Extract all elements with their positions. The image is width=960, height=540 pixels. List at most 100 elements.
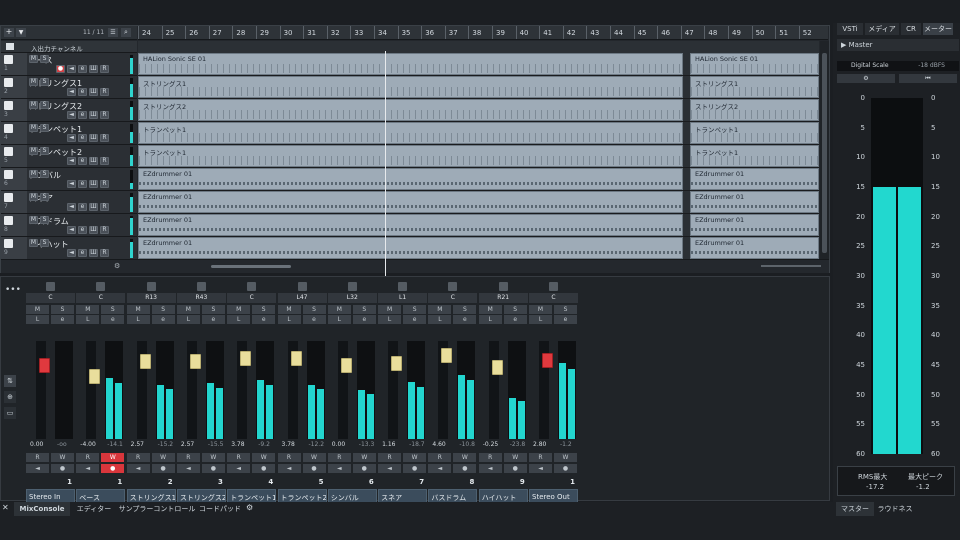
peak-value[interactable]: -12.2 bbox=[309, 441, 325, 448]
solo-button[interactable]: S bbox=[453, 305, 477, 314]
monitor-button[interactable]: ◄ bbox=[126, 464, 150, 473]
monitor-button[interactable]: ◄ bbox=[67, 111, 76, 119]
edit-button[interactable]: e bbox=[503, 315, 527, 324]
fader-handle[interactable] bbox=[391, 355, 403, 371]
fader-handle[interactable] bbox=[189, 353, 201, 369]
fader-handle[interactable] bbox=[89, 369, 101, 385]
event-part[interactable]: EZdrummer 01 bbox=[690, 191, 819, 213]
write-button[interactable]: W bbox=[201, 453, 225, 462]
peak-value[interactable]: -9.2 bbox=[258, 441, 270, 448]
listen-button[interactable]: L bbox=[378, 315, 402, 324]
channel-name[interactable]: ハイハット bbox=[478, 489, 528, 503]
event-part[interactable]: EZdrummer 01 bbox=[138, 191, 683, 213]
read-button[interactable]: R bbox=[100, 111, 109, 119]
monitor-button[interactable]: ◄ bbox=[67, 134, 76, 142]
settings-icon[interactable]: ⚙ bbox=[837, 74, 895, 83]
mute-button[interactable]: M bbox=[29, 55, 38, 63]
monitor-button[interactable]: ◄ bbox=[76, 464, 100, 473]
record-button[interactable]: ● bbox=[101, 464, 125, 473]
pan-value[interactable]: L47 bbox=[277, 293, 327, 303]
fader-handle[interactable] bbox=[240, 350, 252, 366]
listen-button[interactable]: L bbox=[76, 315, 100, 324]
fader-value[interactable]: 2.57 bbox=[131, 441, 144, 448]
meter-bottom-tab[interactable]: ラウドネス bbox=[876, 502, 914, 516]
solo-button[interactable]: S bbox=[252, 305, 276, 314]
listen-button[interactable]: L bbox=[176, 315, 200, 324]
write-button[interactable]: W bbox=[503, 453, 527, 462]
track-row[interactable]: 1ベースMS●◄eШR bbox=[1, 53, 137, 76]
zoom-slider[interactable] bbox=[761, 265, 821, 267]
edit-button[interactable]: e bbox=[78, 134, 87, 142]
edit-button[interactable]: e bbox=[302, 315, 326, 324]
mute-button[interactable]: M bbox=[277, 305, 301, 314]
fader-handle[interactable] bbox=[542, 352, 553, 368]
edit-button[interactable]: e bbox=[78, 111, 87, 119]
pan-value[interactable]: C bbox=[428, 293, 478, 303]
edit-button[interactable]: e bbox=[78, 249, 87, 257]
scroll-thumb[interactable] bbox=[211, 265, 291, 268]
right-tab[interactable]: CR bbox=[901, 23, 921, 35]
fader-value[interactable]: 0.00 bbox=[332, 441, 345, 448]
mute-button[interactable]: M bbox=[428, 305, 452, 314]
track-row[interactable]: 7スネアMS◄eШR bbox=[1, 191, 137, 214]
write-button[interactable]: W bbox=[151, 453, 175, 462]
master-selector[interactable]: ▶ Master bbox=[837, 39, 959, 51]
pan-value[interactable]: L1 bbox=[378, 293, 428, 303]
peak-value[interactable]: -15.5 bbox=[208, 441, 224, 448]
event-part[interactable]: HALion Sonic SE 01 bbox=[690, 53, 819, 75]
event-part[interactable]: EZdrummer 01 bbox=[690, 237, 819, 259]
monitor-button[interactable]: ◄ bbox=[478, 464, 502, 473]
write-button[interactable]: Ш bbox=[89, 88, 98, 96]
record-button[interactable]: ● bbox=[453, 464, 477, 473]
channel-name[interactable]: トランペット1 bbox=[227, 489, 277, 503]
fader-value[interactable]: -4.00 bbox=[80, 441, 96, 448]
mute-button[interactable]: M bbox=[478, 305, 502, 314]
monitor-button[interactable]: ◄ bbox=[176, 464, 200, 473]
screen-icon[interactable]: ▭ bbox=[4, 407, 16, 419]
solo-button[interactable]: S bbox=[40, 170, 49, 178]
read-button[interactable]: R bbox=[428, 453, 452, 462]
monitor-button[interactable]: ◄ bbox=[67, 180, 76, 188]
write-button[interactable]: Ш bbox=[89, 134, 98, 142]
monitor-button[interactable]: ◄ bbox=[227, 464, 251, 473]
track-row[interactable]: 5 トランペット2 M S ◄ e Ш R bbox=[1, 145, 137, 168]
vertical-scrollbar[interactable] bbox=[820, 41, 829, 273]
pan-knob[interactable] bbox=[448, 282, 458, 291]
record-button[interactable]: ● bbox=[151, 464, 175, 473]
mute-button[interactable]: M bbox=[29, 147, 38, 155]
more-options-icon[interactable]: ••• bbox=[5, 285, 21, 295]
event-part[interactable]: EZdrummer 01 bbox=[138, 168, 683, 190]
read-button[interactable]: R bbox=[100, 180, 109, 188]
write-button[interactable]: Ш bbox=[89, 180, 98, 188]
solo-button[interactable]: S bbox=[403, 305, 427, 314]
solo-button[interactable]: S bbox=[51, 305, 74, 314]
read-button[interactable]: R bbox=[277, 453, 301, 462]
write-button[interactable]: W bbox=[403, 453, 427, 462]
pan-knob[interactable] bbox=[196, 282, 206, 291]
monitor-button[interactable]: ◄ bbox=[67, 65, 76, 73]
mute-button[interactable]: M bbox=[29, 216, 38, 224]
read-button[interactable]: R bbox=[378, 453, 402, 462]
record-button[interactable]: ● bbox=[352, 464, 376, 473]
record-button[interactable]: ● bbox=[302, 464, 326, 473]
event-part[interactable]: トランペット1 bbox=[138, 122, 683, 144]
project-cursor[interactable] bbox=[385, 51, 386, 287]
pan-knob[interactable] bbox=[297, 282, 307, 291]
track-row[interactable]: 8バスドラムMS◄eШR bbox=[1, 214, 137, 237]
channel-name[interactable]: トランペット2 bbox=[277, 489, 327, 503]
mute-button[interactable]: M bbox=[327, 305, 351, 314]
monitor-button[interactable]: ◄ bbox=[67, 249, 76, 257]
monitor-button[interactable]: ◄ bbox=[327, 464, 351, 473]
bottom-tab[interactable]: エディター bbox=[72, 502, 116, 516]
record-button[interactable]: ● bbox=[503, 464, 527, 473]
record-button[interactable]: ● bbox=[56, 65, 65, 73]
mute-button[interactable]: M bbox=[176, 305, 200, 314]
solo-button[interactable]: S bbox=[40, 239, 49, 247]
solo-button[interactable]: S bbox=[40, 216, 49, 224]
write-button[interactable]: Ш bbox=[89, 226, 98, 234]
write-button[interactable]: W bbox=[554, 453, 577, 462]
mute-button[interactable]: M bbox=[126, 305, 150, 314]
monitor-button[interactable]: ◄ bbox=[277, 464, 301, 473]
digital-scale-row[interactable]: Digital Scale -18 dBFS bbox=[837, 61, 959, 71]
edit-button[interactable]: e bbox=[78, 180, 87, 188]
